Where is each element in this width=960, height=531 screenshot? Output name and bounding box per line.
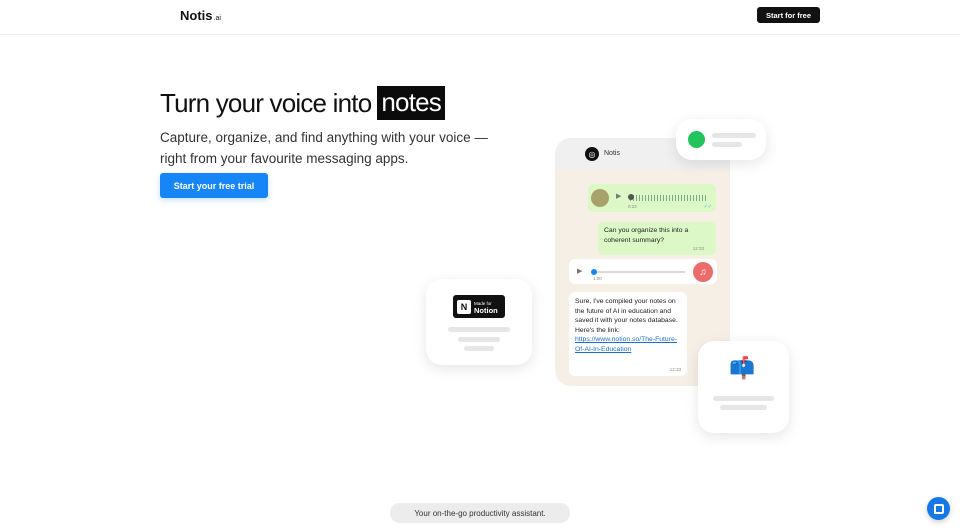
logo-text: Notis [180, 8, 213, 23]
placeholder-line [458, 337, 500, 342]
start-for-free-button[interactable]: Start for free [757, 7, 820, 23]
audio-playhead[interactable] [591, 269, 597, 275]
placeholder-line [712, 133, 756, 138]
status-card [676, 119, 766, 160]
music-icon: ♫ [693, 262, 713, 282]
hero-title-prefix: Turn your voice into [160, 87, 372, 118]
message-time: 12:33 [669, 366, 681, 372]
logo[interactable]: Notis .ai [180, 8, 221, 23]
audio-duration: 1:00 [593, 276, 602, 281]
badge-big-text: Notion [474, 305, 498, 315]
chat-name: Notis [604, 150, 620, 157]
waveform [630, 195, 708, 201]
play-icon[interactable]: ▶ [577, 267, 582, 275]
avatar [591, 189, 609, 207]
header-divider [0, 34, 960, 35]
notion-card: N Made for Notion [426, 279, 532, 365]
hero-title: Turn your voice into notes [160, 86, 445, 120]
incoming-message-bubble: Sure, I've compiled your notes on the fu… [569, 292, 687, 376]
notion-icon: N [457, 299, 471, 314]
playhead[interactable] [628, 194, 634, 200]
hero-subtitle: Capture, organize, and find anything wit… [160, 130, 488, 166]
landing-page: Notis .ai Start for free Turn your voice … [0, 0, 960, 531]
hero-title-highlight: notes [377, 86, 445, 120]
outgoing-message-bubble: Can you organize this into a coherent su… [598, 222, 716, 255]
message-time: 12:33 [692, 245, 704, 251]
start-free-trial-button[interactable]: Start your free trial [160, 173, 268, 198]
placeholder-line [448, 327, 510, 332]
play-icon[interactable]: ▶ [616, 192, 621, 200]
mailbox-icon: 📫 [729, 357, 756, 380]
placeholder-line [464, 346, 494, 351]
voice-message-bubble: ▶ 0:22 ✓✓ [588, 184, 716, 212]
notion-link[interactable]: https://www.notion.so/The-Future-Of-AI-I… [575, 335, 681, 354]
placeholder-line [713, 396, 774, 401]
notis-avatar-icon: ◎ [585, 147, 599, 161]
outgoing-message-text: Can you organize this into a coherent su… [604, 227, 689, 244]
placeholder-line [720, 405, 767, 410]
audio-message-bubble: ▶ 1:00 ♫ [569, 259, 717, 284]
audio-track [593, 271, 685, 273]
logo-suffix: .ai [213, 15, 221, 22]
voice-duration: 0:22 [628, 204, 637, 209]
chat-launcher-button[interactable] [927, 497, 950, 520]
placeholder-line [712, 142, 742, 147]
incoming-message-text: Sure, I've compiled your notes on the fu… [575, 298, 678, 334]
mailbox-card: 📫 [698, 341, 789, 433]
made-for-notion-badge: N Made for Notion [453, 295, 505, 318]
tagline-pill: Your on-the-go productivity assistant. [390, 503, 570, 523]
chat-bubble-icon [933, 503, 944, 514]
read-receipt-icon: ✓✓ [703, 204, 712, 210]
online-status-icon [688, 131, 705, 148]
